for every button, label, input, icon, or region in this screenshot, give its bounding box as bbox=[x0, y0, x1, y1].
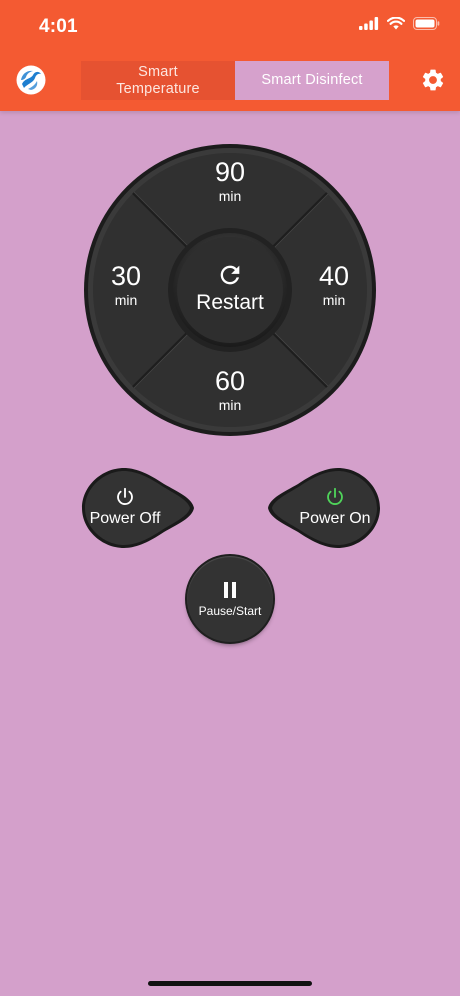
tab-smart-temperature[interactable]: Smart Temperature bbox=[81, 61, 235, 100]
dial-60-min[interactable]: 60 min bbox=[190, 366, 270, 414]
mode-tabs: Smart Temperature Smart Disinfect bbox=[81, 61, 389, 100]
pause-start-label: Pause/Start bbox=[198, 603, 262, 618]
cellular-icon bbox=[359, 17, 379, 30]
dial-60-value: 60 bbox=[214, 366, 246, 396]
restart-button[interactable]: Restart bbox=[175, 233, 285, 343]
dial-40-unit: min bbox=[322, 292, 346, 308]
dial-30-unit: min bbox=[114, 292, 138, 308]
refresh-icon bbox=[220, 265, 240, 285]
home-indicator[interactable] bbox=[148, 981, 312, 986]
dial-90-value: 90 bbox=[214, 157, 246, 187]
dial-40-value: 40 bbox=[318, 261, 350, 291]
gear-icon[interactable] bbox=[420, 67, 446, 93]
app-header: 4:01 Smart Temperature Smart Disinfect bbox=[0, 0, 460, 111]
power-on-button[interactable]: Power On bbox=[262, 466, 382, 548]
dial-30-min[interactable]: 30 min bbox=[86, 261, 166, 309]
power-off-content: Power Off bbox=[80, 486, 170, 528]
wifi-icon bbox=[387, 17, 405, 30]
dial-30-value: 30 bbox=[110, 261, 142, 291]
dial-90-unit: min bbox=[218, 188, 242, 204]
swirl-logo-icon[interactable] bbox=[16, 65, 46, 95]
status-icons bbox=[359, 17, 440, 30]
power-on-label: Power On bbox=[299, 510, 371, 527]
power-off-label: Power Off bbox=[89, 510, 161, 527]
power-icon bbox=[327, 487, 343, 505]
power-off-button[interactable]: Power Off bbox=[80, 466, 200, 548]
power-icon bbox=[117, 487, 133, 505]
dial-90-min[interactable]: 90 min bbox=[190, 157, 270, 205]
tab-smart-disinfect[interactable]: Smart Disinfect bbox=[235, 61, 389, 100]
battery-icon bbox=[413, 17, 440, 30]
dial-60-unit: min bbox=[218, 397, 242, 413]
power-on-content: Power On bbox=[290, 486, 380, 528]
pause-icon bbox=[224, 581, 236, 598]
status-time: 4:01 bbox=[39, 16, 78, 37]
restart-label: Restart bbox=[196, 291, 264, 314]
dial-40-min[interactable]: 40 min bbox=[294, 261, 374, 309]
pause-start-button[interactable]: Pause/Start bbox=[187, 556, 273, 642]
